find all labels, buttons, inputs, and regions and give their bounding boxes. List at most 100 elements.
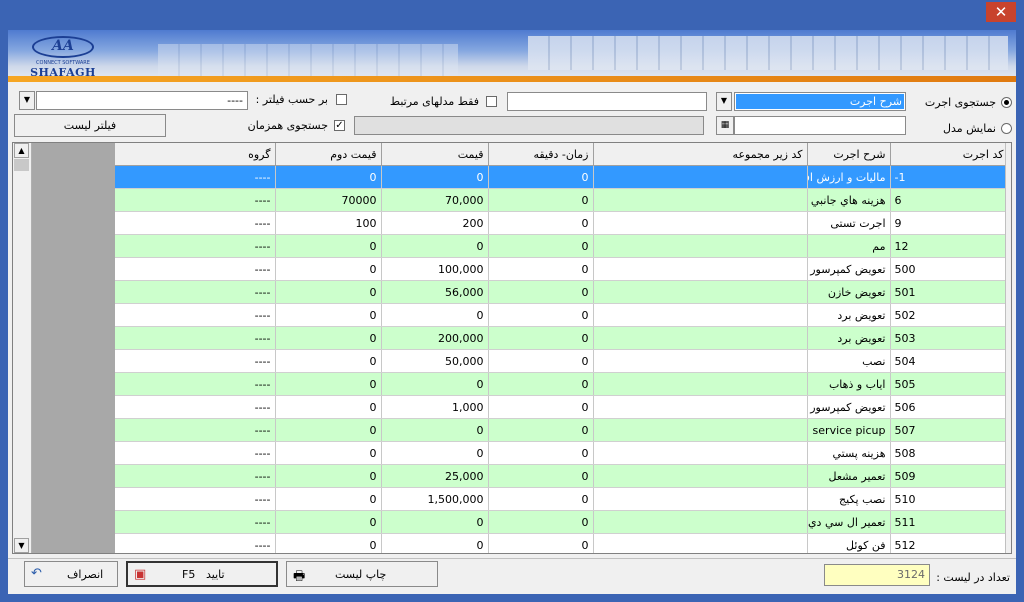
table-row[interactable]: ---- 0 0 0 تعمیر ال سي دي 511 bbox=[115, 510, 1009, 534]
cell-description: اجرت تستی bbox=[807, 211, 891, 235]
cell-group: ---- bbox=[115, 441, 276, 465]
column-header-subcode[interactable]: کد زیر مجموعه bbox=[593, 143, 808, 166]
filter-list-button[interactable]: فیلتر لیست bbox=[14, 114, 166, 137]
cell-description: مم bbox=[807, 234, 891, 258]
cancel-button[interactable]: ↶ انصراف bbox=[24, 561, 118, 587]
cell-subcode bbox=[593, 510, 808, 534]
related-models-checkbox[interactable] bbox=[486, 96, 497, 107]
table-row[interactable]: ---- 0 1,500,000 0 نصب پکیج 510 bbox=[115, 487, 1009, 511]
model-lookup-button[interactable]: ▦ bbox=[716, 116, 734, 135]
table-row[interactable]: ---- 0 0 0 service picup 507 bbox=[115, 418, 1009, 442]
cell-price: 0 bbox=[381, 533, 489, 553]
cell-group: ---- bbox=[115, 280, 276, 304]
table-row[interactable]: ---- 0 50,000 0 نصب 504 bbox=[115, 349, 1009, 373]
table-row[interactable]: ---- 0 0 0 فن کوئل 512 bbox=[115, 533, 1009, 553]
search-field-selected-label: شرح اجرت bbox=[849, 95, 902, 108]
cell-price: 0 bbox=[381, 510, 489, 534]
table-header-row: گروه قیمت دوم قیمت زمان- دقیقه کد زیر مج… bbox=[115, 143, 1009, 166]
filter-value-input[interactable]: ---- bbox=[36, 91, 248, 110]
scroll-thumb[interactable] bbox=[14, 159, 29, 171]
model-input[interactable] bbox=[734, 116, 906, 135]
close-button[interactable]: ✕ bbox=[986, 2, 1016, 22]
table-row[interactable]: ---- 0 0 0 اياب و ذهاب 505 bbox=[115, 372, 1009, 396]
banner-stripe bbox=[8, 76, 1016, 82]
cell-subcode bbox=[593, 349, 808, 373]
cell-time: 0 bbox=[488, 441, 594, 465]
cell-group: ---- bbox=[115, 395, 276, 419]
filter-dropdown-button[interactable]: ▼ bbox=[19, 91, 35, 110]
table-row[interactable]: ---- 0 0 0 هزينه پستي 508 bbox=[115, 441, 1009, 465]
cell-code: 509 bbox=[890, 464, 1009, 488]
table-row[interactable]: ---- 0 0 0 تعویض برد 502 bbox=[115, 303, 1009, 327]
radio-search-wage[interactable] bbox=[1001, 97, 1012, 108]
confirm-button[interactable]: ▣ F5 تایید bbox=[126, 561, 278, 587]
cell-time: 0 bbox=[488, 464, 594, 488]
dialog-client-area: AA CONNECT SOFTWARE SHAFAGH جستجوی اجرت … bbox=[8, 30, 1016, 594]
cell-code: 506 bbox=[890, 395, 1009, 419]
cell-code: 12 bbox=[890, 234, 1009, 258]
grid-empty-area bbox=[32, 143, 115, 553]
simultaneous-search-label: جستجوی همزمان bbox=[247, 119, 328, 132]
cell-subcode bbox=[593, 441, 808, 465]
cell-description: تعویض کمپرسور bbox=[807, 395, 891, 419]
scroll-up-icon[interactable]: ▲ bbox=[14, 143, 29, 158]
table-row[interactable]: ---- 100 200 0 اجرت تستی 9 bbox=[115, 211, 1009, 235]
cell-code: 9 bbox=[890, 211, 1009, 235]
cell-code: 512 bbox=[890, 533, 1009, 553]
cell-time: 0 bbox=[488, 303, 594, 327]
cell-group: ---- bbox=[115, 211, 276, 235]
cell-price: 0 bbox=[381, 372, 489, 396]
cell-code: 500 bbox=[890, 257, 1009, 281]
table-row[interactable]: ----000مالیات و ارزش افزوده-1 bbox=[115, 165, 1009, 189]
cell-subcode bbox=[593, 303, 808, 327]
cell-code: -1 bbox=[890, 165, 1009, 189]
cell-time: 0 bbox=[488, 349, 594, 373]
scroll-down-icon[interactable]: ▼ bbox=[14, 538, 29, 553]
cell-time: 0 bbox=[488, 372, 594, 396]
radio-show-model-label: نمایش مدل bbox=[942, 122, 996, 135]
radio-show-model[interactable] bbox=[1001, 123, 1012, 134]
cell-description: نصب پکیج bbox=[807, 487, 891, 511]
cell-code: 504 bbox=[890, 349, 1009, 373]
cell-price2: 0 bbox=[275, 487, 382, 511]
table-row[interactable]: ---- 0 1,000 0 تعویض کمپرسور 506 bbox=[115, 395, 1009, 419]
cell-price2: 0 bbox=[275, 257, 382, 281]
cell-subcode bbox=[593, 257, 808, 281]
by-filter-checkbox[interactable] bbox=[336, 94, 347, 105]
print-list-button[interactable]: 🖶 چاپ لیست bbox=[286, 561, 438, 587]
cell-description: هزينه پستي bbox=[807, 441, 891, 465]
cell-price: 50,000 bbox=[381, 349, 489, 373]
cell-price2: 0 bbox=[275, 234, 382, 258]
cell-description: service picup bbox=[807, 418, 891, 442]
column-header-description[interactable]: شرح اجرت bbox=[807, 143, 891, 166]
search-text-input[interactable] bbox=[507, 92, 707, 111]
confirm-icon: ▣ bbox=[134, 567, 147, 582]
column-header-code[interactable]: کد اجرت bbox=[890, 143, 1009, 166]
column-header-time[interactable]: زمان- دقیقه bbox=[488, 143, 594, 166]
cell-subcode bbox=[593, 372, 808, 396]
table-row[interactable]: ---- 70000 70,000 0 هزينه هاي جانبي 6 bbox=[115, 188, 1009, 212]
table-row[interactable]: ---- 0 0 0 مم 12 bbox=[115, 234, 1009, 258]
cell-description: اياب و ذهاب bbox=[807, 372, 891, 396]
cell-subcode bbox=[593, 211, 808, 235]
column-header-price2[interactable]: قیمت دوم bbox=[275, 143, 382, 166]
table-row[interactable]: ---- 0 25,000 0 تعمیر مشعل 509 bbox=[115, 464, 1009, 488]
search-field-dropdown-button[interactable]: ▼ bbox=[716, 92, 732, 111]
cell-price: 0 bbox=[381, 418, 489, 442]
cell-price2: 0 bbox=[275, 165, 382, 189]
cell-subcode bbox=[593, 165, 808, 189]
cell-group: ---- bbox=[115, 510, 276, 534]
column-header-price[interactable]: قیمت bbox=[381, 143, 489, 166]
table-row[interactable]: ---- 0 56,000 0 تعویض خازن 501 bbox=[115, 280, 1009, 304]
table-row[interactable]: ---- 0 100,000 0 تعویض کمپرسور 500 bbox=[115, 257, 1009, 281]
table-row[interactable]: ---- 0 200,000 0 تعویض برد 503 bbox=[115, 326, 1009, 350]
filter-value-text: ---- bbox=[227, 94, 243, 107]
column-header-group[interactable]: گروه bbox=[115, 143, 276, 166]
simultaneous-search-input[interactable] bbox=[354, 116, 704, 135]
search-field-select[interactable]: شرح اجرت bbox=[734, 92, 906, 111]
simultaneous-search-checkbox[interactable]: ✓ bbox=[334, 120, 345, 131]
printer-icon: 🖶 bbox=[293, 569, 306, 584]
vertical-scrollbar[interactable]: ▲ ▼ bbox=[13, 143, 32, 553]
cell-price: 25,000 bbox=[381, 464, 489, 488]
cell-description: تعویض خازن bbox=[807, 280, 891, 304]
